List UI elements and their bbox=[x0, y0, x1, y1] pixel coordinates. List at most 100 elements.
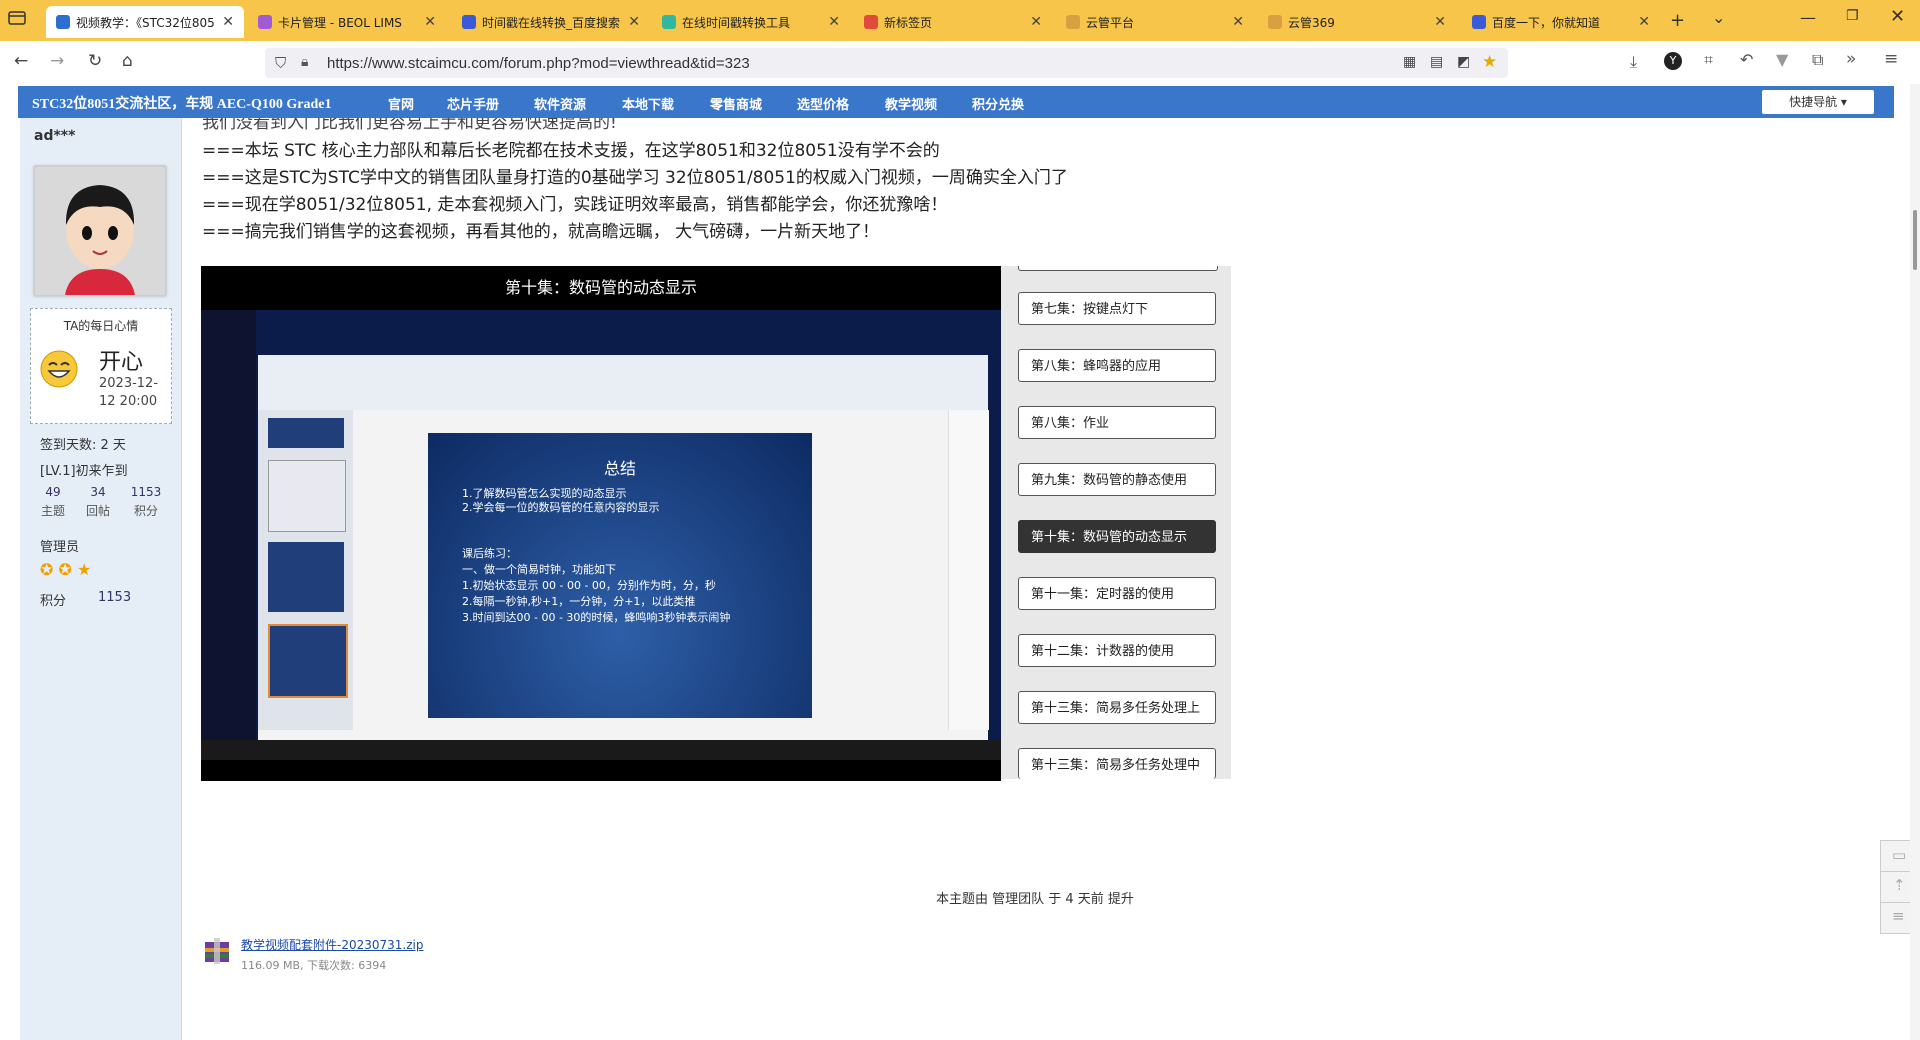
avatar-image bbox=[35, 167, 165, 295]
quick-nav-button[interactable]: 快捷导航 ▾ bbox=[1762, 90, 1874, 114]
menu-icon[interactable]: ≡ bbox=[1884, 49, 1898, 69]
rank-stars-icon: ✪ ✪ ★ bbox=[40, 560, 92, 579]
arrow-up-icon: ⇡ bbox=[1893, 876, 1906, 894]
episode-item[interactable]: 第七集：按键点灯下 bbox=[1018, 292, 1216, 325]
attachment-link[interactable]: 教学视频配套附件-20230731.zip bbox=[241, 936, 423, 953]
download-icon[interactable]: ⤓ bbox=[1630, 52, 1637, 72]
episode-item[interactable]: 第十三集：简易多任务处理上 bbox=[1018, 691, 1216, 724]
extensions-icon[interactable]: ⧉ bbox=[1812, 50, 1823, 70]
address-bar[interactable]: ⛉ 🔒︎ https://www.stcaimcu.com/forum.php?… bbox=[265, 48, 1508, 78]
tab-title: 云管平台 bbox=[1086, 15, 1135, 30]
scrollbar-thumb[interactable] bbox=[1913, 210, 1917, 270]
mood-label: TA的每日心情 bbox=[63, 319, 139, 333]
tab[interactable]: 新标签页 ✕ bbox=[854, 6, 1052, 38]
screenshot-icon[interactable]: ◩ bbox=[1457, 54, 1470, 70]
nav-item-official[interactable]: 官网 bbox=[388, 94, 414, 113]
undo-icon[interactable]: ↶ bbox=[1740, 50, 1753, 69]
episode-item[interactable]: 第九集：数码管的静态使用 bbox=[1018, 463, 1216, 496]
tab-overview-icon[interactable] bbox=[8, 10, 30, 30]
comment-icon: ▭ bbox=[1892, 846, 1907, 864]
tab[interactable]: 视频教学：《STC32位805 ✕ bbox=[46, 6, 244, 38]
new-tab-button[interactable]: + bbox=[1670, 10, 1685, 31]
url-text[interactable]: https://www.stcaimcu.com/forum.php?mod=v… bbox=[327, 55, 750, 72]
lock-icon[interactable]: 🔒︎ bbox=[301, 54, 308, 70]
tab-favicon-icon bbox=[662, 15, 676, 29]
tab-title: 卡片管理 - BEOL LIMS bbox=[278, 15, 402, 30]
forward-icon[interactable]: → bbox=[50, 51, 64, 71]
tab-close-icon[interactable]: ✕ bbox=[424, 14, 436, 30]
signin-days: 签到天数: 2 天 bbox=[40, 438, 126, 453]
more-tools-icon[interactable]: » bbox=[1846, 49, 1856, 69]
username[interactable]: ad*** bbox=[34, 128, 75, 144]
stat-topics-value[interactable]: 49 bbox=[33, 485, 73, 499]
slide-line: 2.每隔一秒钟,秒+1，一分钟，分+1，以此类推 bbox=[462, 595, 696, 608]
restore-button[interactable]: ❐ bbox=[1846, 8, 1859, 24]
tab[interactable]: 云管369 ✕ bbox=[1258, 6, 1456, 38]
nav-item-points[interactable]: 积分兑换 bbox=[972, 94, 1024, 113]
tab-close-icon[interactable]: ✕ bbox=[222, 14, 234, 30]
slide-line: 1.初始状态显示 00 - 00 - 00，分别作为时，分，秒 bbox=[462, 579, 716, 592]
reader-mode-icon[interactable]: ▤ bbox=[1430, 54, 1443, 70]
quick-nav-label: 快捷导航 bbox=[1789, 95, 1838, 109]
stat-replies-value[interactable]: 34 bbox=[78, 485, 118, 499]
video-player[interactable]: 第十集：数码管的动态显示 总结 1.了解数码管怎么实现的动态显示 2.学会每一位… bbox=[201, 266, 1001, 781]
tab-favicon-icon bbox=[1268, 15, 1282, 29]
filter-icon[interactable]: ▼ bbox=[1776, 50, 1788, 69]
bookmark-star-icon[interactable]: ★ bbox=[1482, 52, 1497, 72]
tab[interactable]: 云管平台 ✕ bbox=[1056, 6, 1254, 38]
tab-list-chevron-icon[interactable]: ⌄ bbox=[1712, 8, 1725, 27]
close-window-button[interactable]: ✕ bbox=[1890, 6, 1905, 27]
user-group[interactable]: 管理员 bbox=[40, 536, 79, 555]
home-icon[interactable]: ⌂ bbox=[122, 51, 133, 71]
user-level[interactable]: [LV.1]初来乍到 bbox=[40, 460, 128, 479]
tab-close-icon[interactable]: ✕ bbox=[1030, 14, 1042, 30]
tab-title: 新标签页 bbox=[884, 15, 933, 30]
episode-item[interactable]: 第八集：作业 bbox=[1018, 406, 1216, 439]
nav-item-pricing[interactable]: 选型价格 bbox=[797, 94, 849, 113]
video-frame: 总结 1.了解数码管怎么实现的动态显示 2.学会每一位的数码管的任意内容的显示 … bbox=[201, 310, 1001, 760]
crop-icon[interactable]: ⌗ bbox=[1704, 50, 1713, 70]
nav-item-shop[interactable]: 零售商城 bbox=[710, 94, 762, 113]
ppt-side-panel bbox=[948, 410, 989, 730]
nav-item-download[interactable]: 本地下载 bbox=[622, 94, 674, 113]
back-icon[interactable]: ← bbox=[14, 51, 28, 71]
tab-close-icon[interactable]: ✕ bbox=[828, 14, 840, 30]
episode-item-current[interactable]: 第十集：数码管的动态显示 bbox=[1018, 520, 1216, 553]
nav-item-videos[interactable]: 教学视频 bbox=[885, 94, 937, 113]
post-line: ===这是STC为STC学中文的销售团队量身打造的0基础学习 32位8051/8… bbox=[202, 168, 1068, 188]
episode-item[interactable]: 第十二集：计数器的使用 bbox=[1018, 634, 1216, 667]
ppt-slide: 总结 1.了解数码管怎么实现的动态显示 2.学会每一位的数码管的任意内容的显示 … bbox=[428, 433, 812, 718]
tab[interactable]: 百度一下，你就知道 ✕ bbox=[1462, 6, 1660, 38]
tab-close-icon[interactable]: ✕ bbox=[1232, 14, 1244, 30]
post-line: ===本坛 STC 核心主力部队和幕后长老院都在技术支援，在这学8051和32位… bbox=[202, 141, 940, 161]
profile-y-icon[interactable]: Y bbox=[1664, 52, 1682, 70]
mood-value: 开心 bbox=[99, 350, 144, 375]
desktop-icons bbox=[201, 310, 256, 760]
browser-tab-bar: 视频教学：《STC32位805 ✕ 卡片管理 - BEOL LIMS ✕ 时间戳在线转换… bbox=[0, 0, 1920, 41]
minimize-button[interactable]: — bbox=[1800, 8, 1816, 27]
tab-favicon-icon bbox=[1472, 15, 1486, 29]
tab-title: 时间戳在线转换_百度搜索 bbox=[482, 15, 621, 30]
episode-item[interactable]: 第十一集：定时器的使用 bbox=[1018, 577, 1216, 610]
site-name[interactable]: STC32位8051交流社区，车规 AEC-Q100 Grade1 bbox=[32, 93, 331, 113]
tab[interactable]: 时间戳在线转换_百度搜索 ✕ bbox=[452, 6, 650, 38]
tab-close-icon[interactable]: ✕ bbox=[1434, 14, 1446, 30]
points-label: 积分 bbox=[40, 594, 67, 609]
tab-favicon-icon bbox=[864, 15, 878, 29]
post-line: ===搞完我们销售学的这套视频，再看其他的，就高瞻远瞩， 大气磅礴，一片新天地了… bbox=[202, 222, 880, 242]
episode-item[interactable]: 第十三集：简易多任务处理中 bbox=[1018, 748, 1216, 779]
nav-item-software[interactable]: 软件资源 bbox=[534, 94, 586, 113]
tab[interactable]: 在线时间戳转换工具 ✕ bbox=[652, 6, 850, 38]
reload-icon[interactable]: ↻ bbox=[88, 51, 102, 71]
stat-points-value[interactable]: 1153 bbox=[126, 485, 166, 499]
shield-icon[interactable]: ⛉ bbox=[275, 54, 286, 72]
bump-note: 本主题由 管理团队 于 4 天前 提升 bbox=[936, 892, 1134, 907]
qr-code-icon[interactable]: ▦ bbox=[1403, 54, 1416, 70]
happy-face-icon bbox=[40, 350, 78, 388]
tab[interactable]: 卡片管理 - BEOL LIMS ✕ bbox=[248, 6, 446, 38]
nav-item-datasheet[interactable]: 芯片手册 bbox=[447, 94, 499, 113]
avatar[interactable] bbox=[34, 166, 166, 296]
tab-close-icon[interactable]: ✕ bbox=[628, 14, 640, 30]
episode-item[interactable]: 第八集：蜂鸣器的应用 bbox=[1018, 349, 1216, 382]
tab-close-icon[interactable]: ✕ bbox=[1638, 14, 1650, 30]
